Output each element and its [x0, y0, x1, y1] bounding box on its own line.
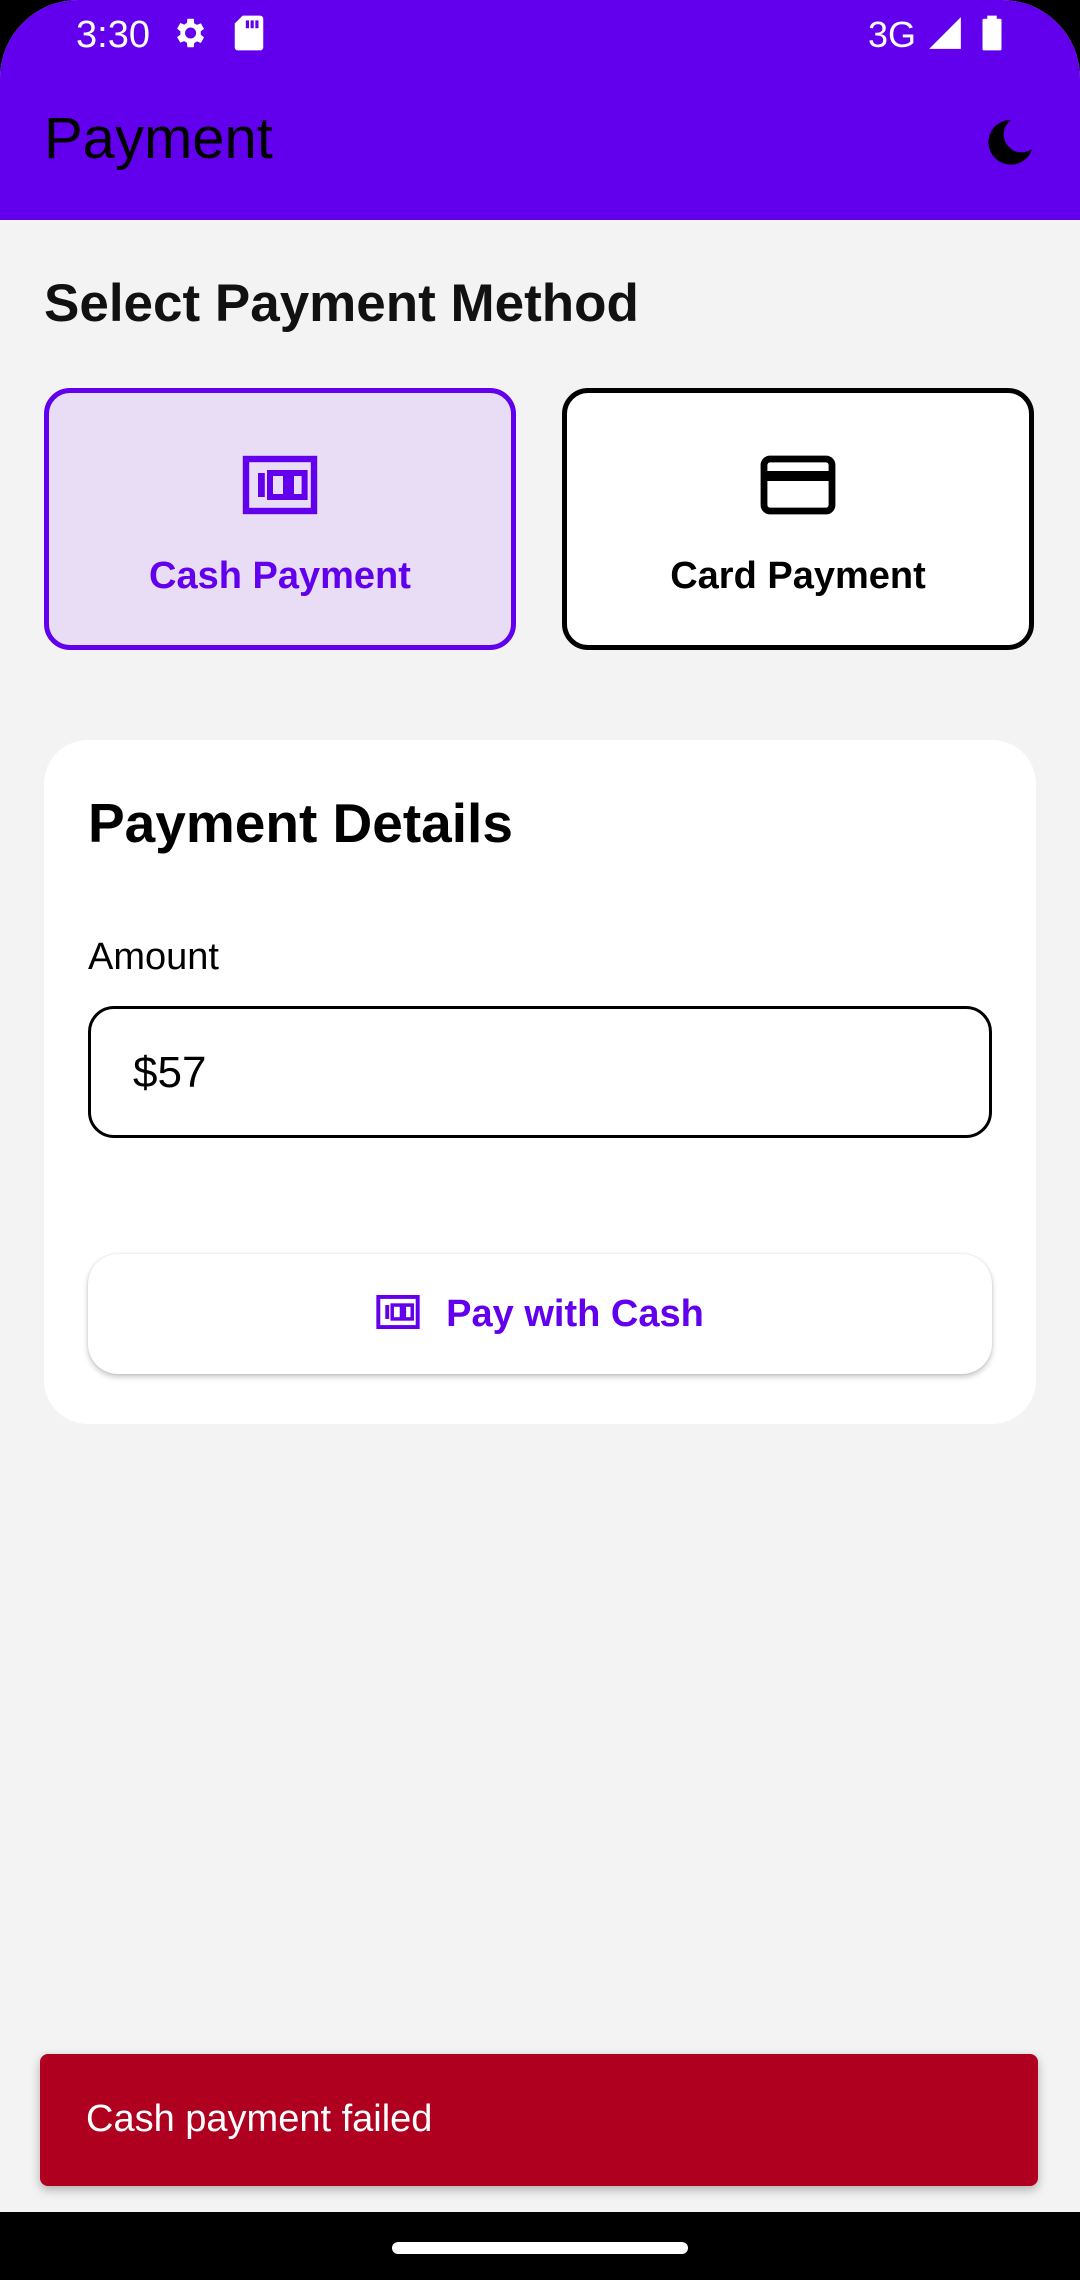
gear-icon [170, 14, 208, 57]
network-type: 3G [868, 14, 917, 55]
snackbar-message: Cash payment failed [86, 2098, 433, 2140]
moon-icon[interactable] [982, 114, 1038, 170]
cash-payment-option[interactable]: Cash Payment [44, 388, 516, 650]
pay-with-cash-button[interactable]: Pay with Cash [88, 1254, 992, 1374]
amount-value: $57 [133, 1048, 207, 1097]
card-payment-label: Card Payment [670, 555, 926, 597]
battery-icon [980, 14, 1004, 57]
details-title: Payment Details [88, 792, 513, 854]
cash-icon [242, 455, 318, 520]
home-handle[interactable] [392, 2242, 688, 2254]
page-title: Payment [44, 106, 273, 171]
pay-button-label: Pay with Cash [446, 1292, 704, 1335]
section-title: Select Payment Method [44, 274, 639, 333]
payment-details-card: Payment Details Amount $57 Pay with Cash [44, 740, 1036, 1424]
error-snackbar: Cash payment failed [40, 2054, 1038, 2186]
screen: 3:30 3G Payment Select Payment Method Ca… [0, 0, 1080, 2280]
cash-icon [376, 1294, 420, 1335]
sd-card-icon [232, 14, 266, 57]
amount-field[interactable]: $57 [88, 1006, 992, 1138]
cash-payment-label: Cash Payment [149, 555, 411, 597]
credit-card-icon [760, 455, 836, 520]
status-time: 3:30 [76, 14, 150, 56]
card-payment-option[interactable]: Card Payment [562, 388, 1034, 650]
signal-icon [926, 14, 964, 57]
amount-label: Amount [88, 936, 219, 978]
app-bar: 3:30 3G Payment [0, 0, 1080, 220]
